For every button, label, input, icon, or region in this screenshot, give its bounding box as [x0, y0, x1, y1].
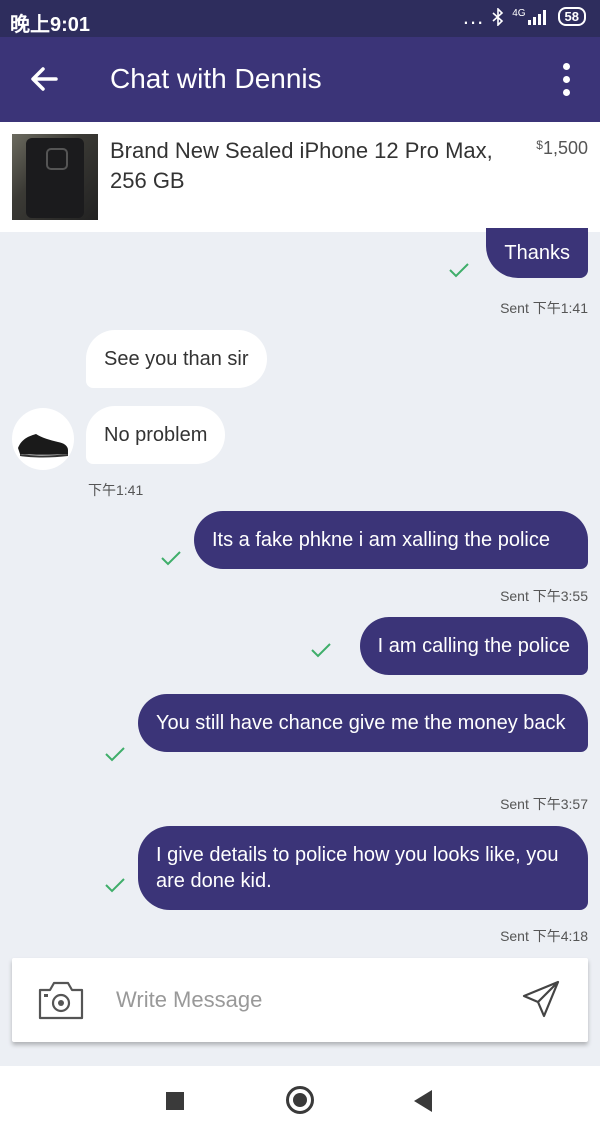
message-text: See you than sir [104, 348, 249, 370]
more-vert-icon [562, 62, 570, 70]
more-options-button[interactable] [552, 59, 580, 99]
camera-icon [38, 981, 84, 1020]
sneaker-image [18, 434, 68, 458]
check-icon [161, 551, 181, 566]
message-bubble-outgoing: You still have chance give me the money … [138, 694, 588, 752]
battery-indicator: 58 [557, 7, 586, 26]
arrow-left-icon [31, 67, 58, 91]
status-icons: ... 4G 58 [462, 3, 586, 29]
listing-thumbnail [12, 134, 98, 220]
check-icon [449, 263, 469, 278]
message-timestamp: 下午1:41 [88, 482, 144, 498]
message-bubble-outgoing: Thanks [486, 228, 588, 278]
message-bubble-outgoing: I give details to police how you looks l… [138, 826, 588, 910]
message-timestamp: Sent 下午1:41 [500, 300, 588, 316]
avatar[interactable] [12, 408, 74, 470]
message-text: Thanks [504, 242, 570, 264]
status-time: 晚上9:01 [10, 14, 91, 36]
listing-title: Brand New Sealed iPhone 12 Pro Max, 256 … [110, 138, 493, 193]
send-button[interactable] [520, 978, 562, 1020]
check-icon [105, 878, 125, 893]
notification-dots: ... [462, 3, 485, 29]
message-bubble-incoming: No problem [86, 406, 226, 464]
camera-button[interactable] [36, 978, 86, 1022]
message-composer [12, 958, 588, 1042]
message-text: Its a fake phkne i am xalling the police [212, 529, 550, 551]
check-icon [105, 747, 125, 762]
back-button[interactable] [26, 59, 66, 99]
page-title: Chat with Dennis [110, 63, 322, 94]
app-bar: Chat with Dennis [0, 37, 600, 122]
listing-price: $1,500 [536, 138, 588, 159]
check-icon [311, 643, 331, 658]
back-triangle-icon[interactable] [414, 1090, 432, 1112]
message-input[interactable] [116, 982, 496, 1018]
message-text: I give details to police how you looks l… [156, 844, 559, 892]
message-text: I am calling the police [377, 635, 570, 657]
price-value: 1,500 [542, 138, 588, 158]
message-timestamp: Sent 下午4:18 [500, 928, 588, 944]
message-bubble-outgoing: I am calling the police [359, 617, 588, 675]
bluetooth-icon [492, 7, 504, 26]
listing-card[interactable]: Brand New Sealed iPhone 12 Pro Max, 256 … [0, 122, 600, 232]
status-bar: 晚上9:01 ... 4G 58 [0, 0, 600, 37]
system-nav-bar [0, 1066, 600, 1133]
signal-icon: 4G [512, 7, 549, 25]
network-type: 4G [512, 7, 526, 19]
message-bubble-outgoing: Its a fake phkne i am xalling the police [194, 511, 588, 569]
price-currency: $ [536, 138, 543, 152]
message-timestamp: Sent 下午3:55 [500, 588, 588, 604]
recents-icon[interactable] [166, 1092, 184, 1110]
message-timestamp: Sent 下午3:57 [500, 796, 588, 812]
send-icon [522, 980, 560, 1018]
message-text: No problem [104, 424, 208, 446]
message-text: You still have chance give me the money … [156, 712, 566, 734]
home-icon[interactable] [286, 1086, 314, 1114]
message-bubble-incoming: See you than sir [86, 330, 267, 388]
